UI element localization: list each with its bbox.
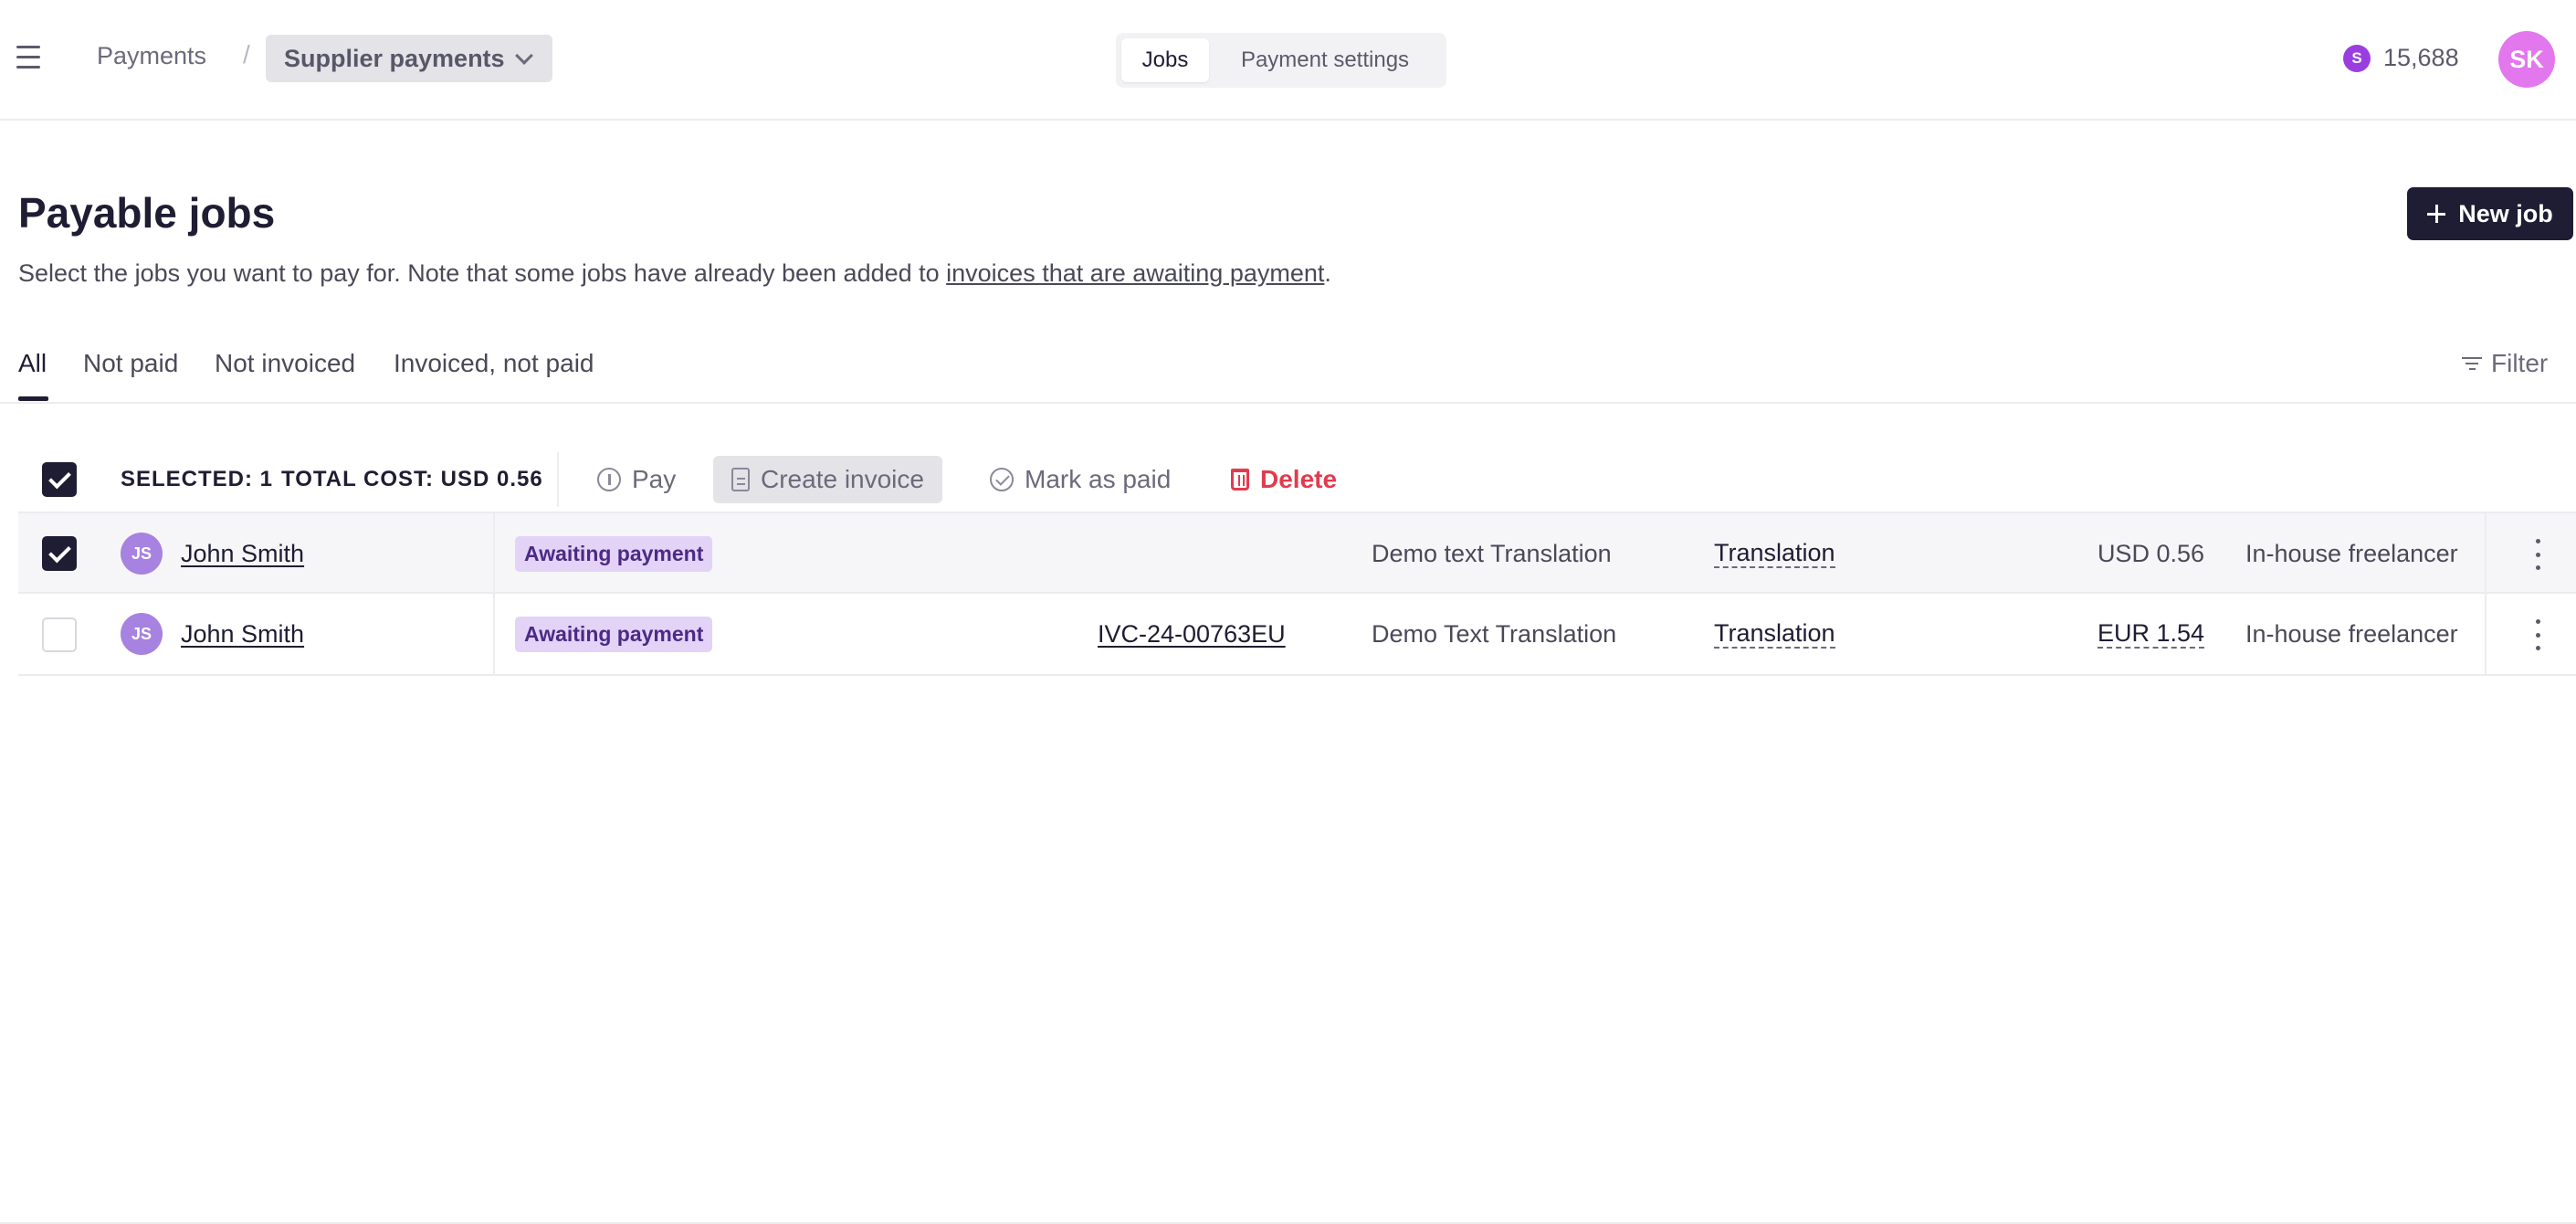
- column-divider: [493, 594, 495, 674]
- awaiting-invoices-link[interactable]: invoices that are awaiting payment: [946, 259, 1324, 287]
- page-title: Payable jobs: [18, 189, 276, 237]
- pay-label: Pay: [632, 465, 677, 493]
- vendor-avatar: JS: [121, 533, 163, 575]
- tab-invoiced-not-paid[interactable]: Invoiced, not paid: [394, 349, 594, 378]
- selected-count: SELECTED: 1: [121, 467, 274, 491]
- new-job-button[interactable]: New job: [2407, 187, 2573, 240]
- breadcrumb-current-label: Supplier payments: [284, 44, 505, 72]
- column-divider: [493, 513, 495, 594]
- column-divider: [2485, 513, 2487, 594]
- status-badge: Awaiting payment: [515, 535, 713, 572]
- delete-label: Delete: [1260, 465, 1338, 493]
- amount-cell: USD 0.56: [2097, 539, 2204, 567]
- column-divider: [2485, 594, 2487, 674]
- breadcrumb-separator: /: [243, 40, 250, 69]
- create-invoice-button[interactable]: Create invoice: [713, 456, 942, 503]
- coin-icon: [597, 468, 621, 491]
- filter-label: Filter: [2491, 349, 2549, 377]
- document-icon: [731, 468, 750, 491]
- status-cell: Awaiting payment: [515, 513, 713, 594]
- status-cell: Awaiting payment: [515, 594, 713, 674]
- active-tab-indicator: [18, 396, 48, 401]
- filter-button[interactable]: Filter: [2462, 349, 2548, 378]
- kebab-icon[interactable]: [2526, 619, 2550, 650]
- tab-all[interactable]: All: [18, 349, 47, 378]
- vendor-cell: JS John Smith: [121, 594, 304, 674]
- tab-jobs[interactable]: Jobs: [1121, 38, 1209, 82]
- vendor-name-link[interactable]: John Smith: [181, 620, 304, 649]
- hamburger-icon[interactable]: [16, 46, 49, 73]
- service-cell: Translation: [1714, 594, 1835, 674]
- invoice-cell: IVC-24-00763EU: [1098, 594, 1286, 674]
- select-all-checkbox[interactable]: [42, 462, 77, 497]
- amount-cell: EUR 1.54: [1991, 594, 2204, 674]
- vendor-avatar: JS: [121, 613, 163, 655]
- top-bar: Payments / Supplier payments Jobs Paymen…: [0, 0, 2576, 121]
- create-invoice-label: Create invoice: [761, 465, 924, 493]
- plus-icon: [2427, 205, 2446, 223]
- user-avatar[interactable]: SK: [2498, 31, 2555, 88]
- pay-button[interactable]: Pay: [597, 456, 676, 503]
- tab-not-paid[interactable]: Not paid: [83, 349, 178, 378]
- mark-as-paid-label: Mark as paid: [1025, 465, 1172, 493]
- row-checkbox[interactable]: [42, 536, 77, 571]
- credits-value: 15,688: [2383, 44, 2459, 71]
- subtitle-text: Select the jobs you want to pay for. Not…: [18, 259, 947, 287]
- service-label[interactable]: Translation: [1714, 539, 1835, 568]
- breadcrumb-supplier-payments-dropdown[interactable]: Supplier payments: [266, 35, 552, 82]
- kebab-icon[interactable]: [2526, 539, 2550, 570]
- credit-coin-icon: S: [2343, 44, 2371, 72]
- vendor-cell: JS John Smith: [121, 513, 304, 594]
- job-name-cell: Demo text Translation: [1372, 539, 1612, 567]
- vendor-name-link[interactable]: John Smith: [181, 540, 304, 568]
- bulk-actions-toolbar: SELECTED: 1 TOTAL COST: USD 0.56 Pay Cre…: [18, 448, 2576, 511]
- delete-button[interactable]: Delete: [1231, 456, 1337, 503]
- subtitle-end: .: [1324, 259, 1331, 287]
- vendor-type-cell: In-house freelancer: [2245, 539, 2458, 567]
- table-row[interactable]: JS John Smith Awaiting payment IVC-24-00…: [18, 594, 2576, 676]
- status-tabs: All Not paid Not invoiced Invoiced, not …: [0, 329, 2576, 404]
- vendor-type-cell: In-house freelancer: [2245, 619, 2458, 648]
- row-checkbox[interactable]: [42, 617, 77, 652]
- job-name-cell: Demo Text Translation: [1372, 619, 1617, 648]
- new-job-label: New job: [2458, 199, 2553, 227]
- amount-value[interactable]: EUR 1.54: [2097, 619, 2204, 649]
- credits-balance: S 15,688: [2343, 44, 2459, 72]
- total-cost: TOTAL COST: USD 0.56: [281, 467, 543, 491]
- table-row[interactable]: JS John Smith Awaiting payment Demo text…: [18, 512, 2576, 594]
- breadcrumb-payments[interactable]: Payments: [97, 42, 206, 70]
- check-circle-icon: [990, 468, 1014, 491]
- tab-not-invoiced[interactable]: Not invoiced: [215, 349, 355, 378]
- filter-icon: [2462, 357, 2482, 370]
- trash-icon: [1231, 469, 1249, 491]
- tab-payment-settings[interactable]: Payment settings: [1209, 38, 1441, 82]
- status-badge: Awaiting payment: [515, 616, 713, 652]
- chevron-down-icon: [514, 47, 533, 65]
- page-subtitle: Select the jobs you want to pay for. Not…: [18, 259, 1331, 288]
- view-switcher: Jobs Payment settings: [1116, 33, 1446, 88]
- service-label[interactable]: Translation: [1714, 619, 1835, 649]
- invoice-link[interactable]: IVC-24-00763EU: [1098, 620, 1286, 649]
- mark-as-paid-button[interactable]: Mark as paid: [990, 456, 1171, 503]
- service-cell: Translation: [1714, 513, 1835, 594]
- toolbar-divider: [557, 452, 559, 507]
